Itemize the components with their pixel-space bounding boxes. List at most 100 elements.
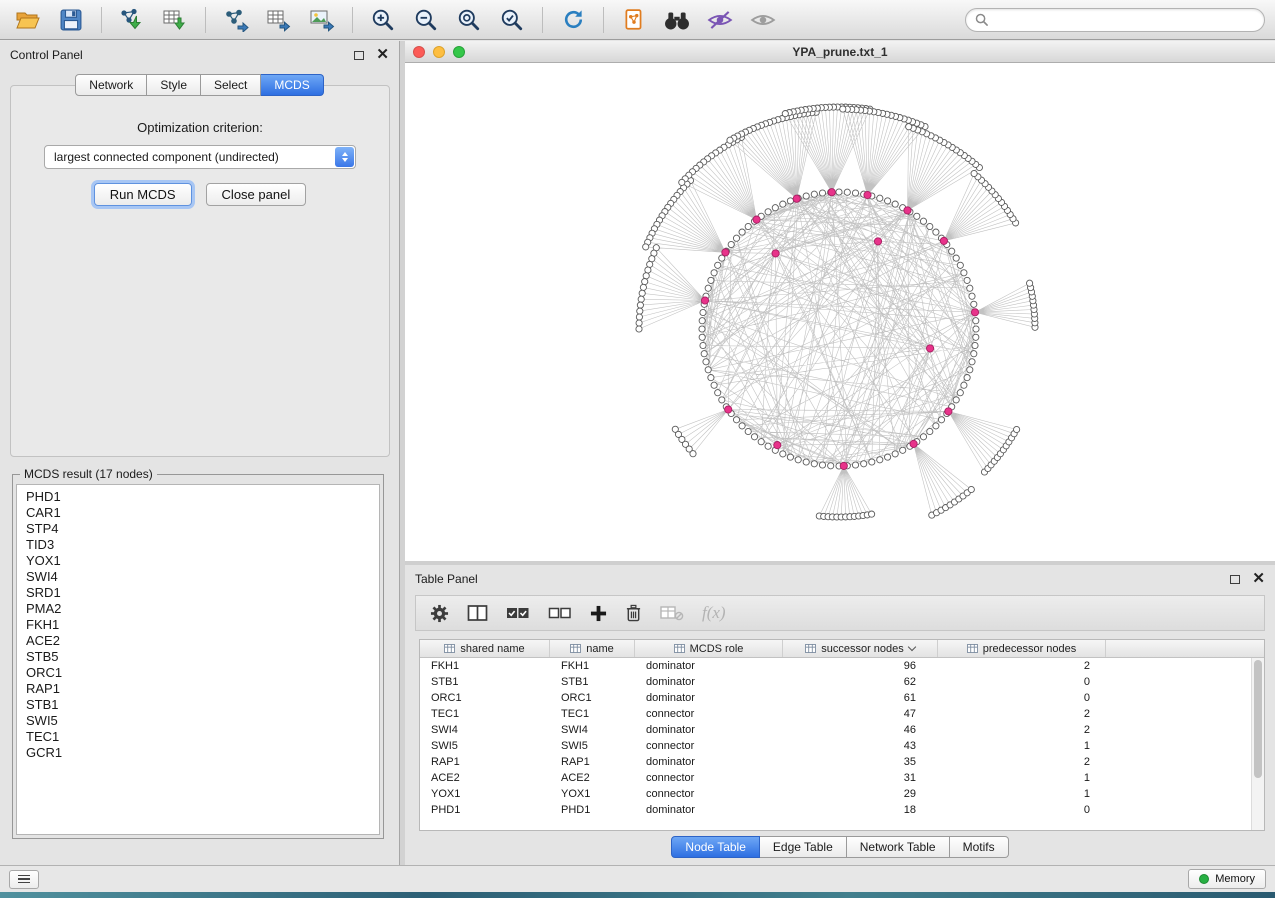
table-row[interactable]: FKH1FKH1dominator962 (420, 658, 1264, 674)
network-node[interactable] (852, 462, 858, 468)
tab-edge-table[interactable]: Edge Table (760, 836, 847, 858)
network-node[interactable] (819, 462, 825, 468)
network-node[interactable] (705, 285, 711, 291)
mcds-result-item[interactable]: ORC1 (26, 665, 379, 681)
close-panel-icon[interactable]: ✕ (1252, 574, 1265, 584)
network-node[interactable] (938, 417, 944, 423)
network-hub-node[interactable] (971, 309, 978, 316)
network-node[interactable] (1014, 426, 1020, 432)
network-node[interactable] (811, 461, 817, 467)
window-minimize-button[interactable] (433, 46, 445, 58)
network-node[interactable] (885, 454, 891, 460)
network-hub-node[interactable] (927, 345, 934, 352)
column-header-successor-nodes[interactable]: successor nodes (783, 640, 938, 657)
network-node[interactable] (733, 417, 739, 423)
network-hub-node[interactable] (864, 191, 871, 198)
mcds-result-item[interactable]: SWI5 (26, 713, 379, 729)
network-node[interactable] (727, 137, 733, 143)
network-node[interactable] (914, 213, 920, 219)
network-node[interactable] (877, 195, 883, 201)
search-input[interactable] (994, 12, 1255, 28)
network-node[interactable] (964, 375, 970, 381)
window-close-button[interactable] (413, 46, 425, 58)
table-row[interactable]: ACE2ACE2connector311 (420, 770, 1264, 786)
network-node[interactable] (967, 285, 973, 291)
table-row[interactable]: PHD1PHD1dominator180 (420, 802, 1264, 818)
network-node[interactable] (699, 318, 705, 324)
tab-mcds[interactable]: MCDS (261, 74, 323, 96)
import-network-button[interactable] (114, 4, 150, 36)
mcds-result-list[interactable]: PHD1CAR1STP4TID3YOX1SWI4SRD1PMA2FKH1ACE2… (16, 484, 380, 835)
network-node[interactable] (869, 511, 875, 517)
network-node[interactable] (803, 459, 809, 465)
network-node[interactable] (787, 198, 793, 204)
network-node[interactable] (638, 296, 644, 302)
network-node[interactable] (852, 190, 858, 196)
network-node[interactable] (844, 189, 850, 195)
network-node[interactable] (719, 397, 725, 403)
network-node[interactable] (679, 179, 685, 185)
network-hub-node[interactable] (725, 406, 732, 413)
network-node[interactable] (973, 334, 979, 340)
zoom-out-button[interactable] (408, 4, 444, 36)
mcds-result-item[interactable]: FKH1 (26, 617, 379, 633)
network-node[interactable] (933, 229, 939, 235)
network-node[interactable] (728, 241, 734, 247)
network-node[interactable] (765, 443, 771, 449)
network-node[interactable] (861, 461, 867, 467)
network-window-titlebar[interactable]: YPA_prune.txt_1 (405, 41, 1275, 63)
network-node[interactable] (705, 367, 711, 373)
network-node[interactable] (637, 302, 643, 308)
column-header-predecessor-nodes[interactable]: predecessor nodes (938, 640, 1106, 657)
network-node[interactable] (715, 262, 721, 268)
refresh-button[interactable] (555, 4, 591, 36)
optimization-select[interactable]: largest connected component (undirected) (44, 145, 356, 169)
float-panel-icon[interactable] (1230, 575, 1240, 584)
network-node[interactable] (920, 434, 926, 440)
network-node[interactable] (840, 106, 846, 112)
network-node[interactable] (933, 423, 939, 429)
mcds-result-item[interactable]: CAR1 (26, 505, 379, 521)
table-row[interactable]: STB1STB1dominator620 (420, 674, 1264, 690)
run-mcds-button[interactable]: Run MCDS (94, 183, 192, 206)
mcds-result-item[interactable]: STP4 (26, 521, 379, 537)
network-node[interactable] (739, 423, 745, 429)
column-header-name[interactable]: name (550, 640, 635, 657)
network-node[interactable] (795, 457, 801, 463)
tab-motifs[interactable]: Motifs (950, 836, 1009, 858)
network-hub-node[interactable] (772, 250, 779, 257)
mcds-result-item[interactable]: ACE2 (26, 633, 379, 649)
network-node[interactable] (699, 334, 705, 340)
network-node[interactable] (780, 451, 786, 457)
mcds-result-item[interactable]: RAP1 (26, 681, 379, 697)
network-hub-node[interactable] (874, 238, 881, 245)
network-node[interactable] (645, 267, 651, 273)
network-node[interactable] (961, 382, 967, 388)
network-node[interactable] (715, 390, 721, 396)
mcds-result-item[interactable]: STB5 (26, 649, 379, 665)
network-node[interactable] (803, 193, 809, 199)
network-node[interactable] (637, 308, 643, 314)
network-hub-node[interactable] (940, 237, 947, 244)
network-node[interactable] (711, 382, 717, 388)
network-node[interactable] (964, 277, 970, 283)
network-node[interactable] (953, 255, 959, 261)
table-settings-button[interactable] (430, 604, 449, 623)
zoom-fit-button[interactable] (451, 4, 487, 36)
table-row[interactable]: TEC1TEC1connector472 (420, 706, 1264, 722)
network-node[interactable] (836, 189, 842, 195)
network-hub-node[interactable] (722, 249, 729, 256)
network-node[interactable] (643, 273, 649, 279)
network-node[interactable] (969, 359, 975, 365)
table-row[interactable]: YOX1YOX1connector291 (420, 786, 1264, 802)
network-node[interactable] (892, 201, 898, 207)
network-node[interactable] (971, 301, 977, 307)
clone-network-button[interactable] (616, 4, 652, 36)
mcds-result-item[interactable]: GCR1 (26, 745, 379, 761)
network-node[interactable] (765, 209, 771, 215)
network-node[interactable] (640, 284, 646, 290)
network-hub-node[interactable] (793, 195, 800, 202)
network-node[interactable] (811, 191, 817, 197)
mcds-result-item[interactable]: PHD1 (26, 489, 379, 505)
network-node[interactable] (636, 326, 642, 332)
